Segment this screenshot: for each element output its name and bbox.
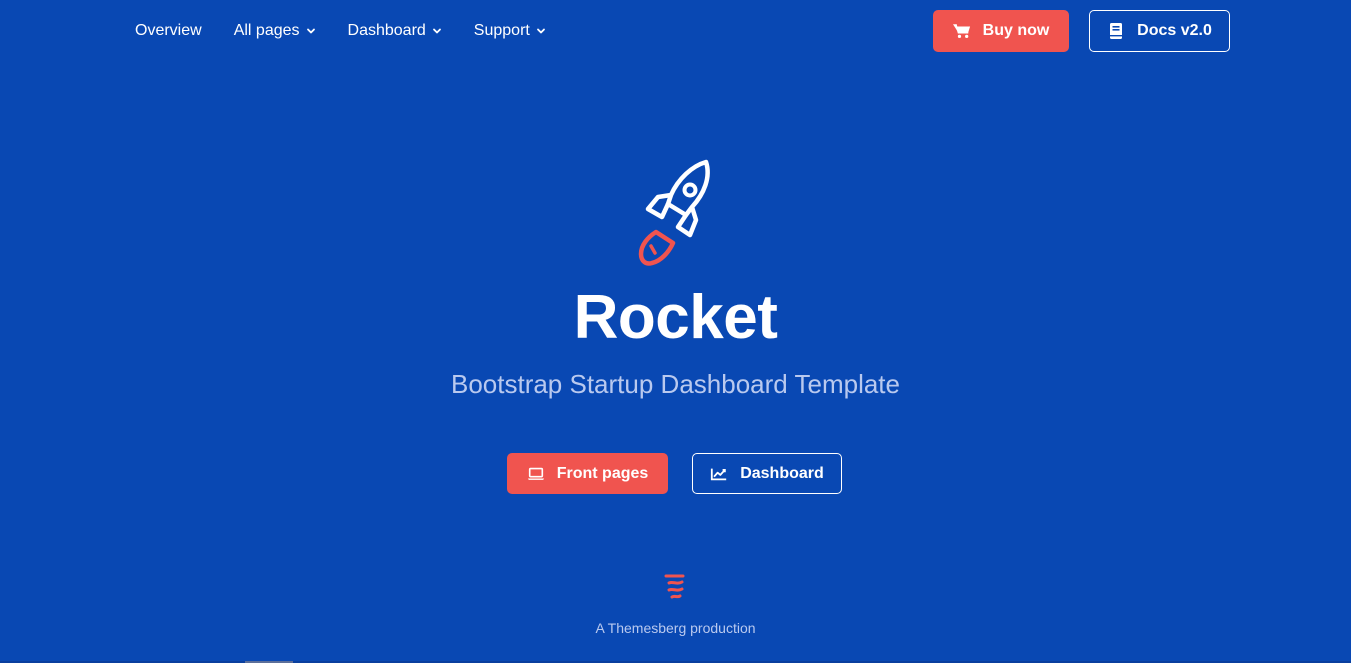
hero-subtitle: Bootstrap Startup Dashboard Template [450, 369, 900, 399]
production-credit: A Themesberg production [595, 620, 756, 636]
nav-link-label: Support [473, 22, 530, 39]
nav-link-label: Dashboard [347, 22, 426, 39]
hero-buttons: Front pages Dashboard [507, 453, 842, 494]
nav-link-label: All pages [233, 22, 300, 39]
front-pages-button[interactable]: Front pages [507, 453, 668, 494]
front-pages-label: Front pages [556, 464, 649, 482]
chart-line-icon [711, 468, 727, 480]
hero-title: Rocket [573, 283, 778, 352]
nav-dropdown-dashboard[interactable]: Dashboard [348, 22, 442, 40]
nav-links: Overview All pages Dashboard Support [135, 20, 578, 42]
nav-link-label: Overview [135, 22, 202, 39]
chevron-down-icon [306, 28, 315, 34]
cart-icon [952, 24, 970, 39]
rocket-icon [638, 159, 710, 266]
themesberg-logo-icon [664, 574, 685, 599]
chevron-down-icon [432, 28, 441, 34]
top-navbar: Overview All pages Dashboard Support Buy… [0, 0, 1351, 62]
docs-label: Docs v2.0 [1137, 22, 1212, 39]
buy-now-button[interactable]: Buy now [933, 10, 1069, 52]
docs-button[interactable]: Docs v2.0 [1089, 10, 1230, 52]
nav-link-overview[interactable]: Overview [135, 22, 202, 40]
chevron-down-icon [536, 28, 545, 34]
nav-dropdown-support[interactable]: Support [474, 22, 546, 40]
nav-actions: Buy now Docs v2.0 [933, 10, 1230, 52]
buy-now-label: Buy now [982, 22, 1050, 39]
dashboard-label: Dashboard [740, 464, 824, 482]
dashboard-button[interactable]: Dashboard [692, 453, 842, 494]
laptop-icon [527, 467, 544, 480]
book-icon [1110, 23, 1123, 39]
nav-dropdown-all-pages[interactable]: All pages [234, 22, 316, 40]
